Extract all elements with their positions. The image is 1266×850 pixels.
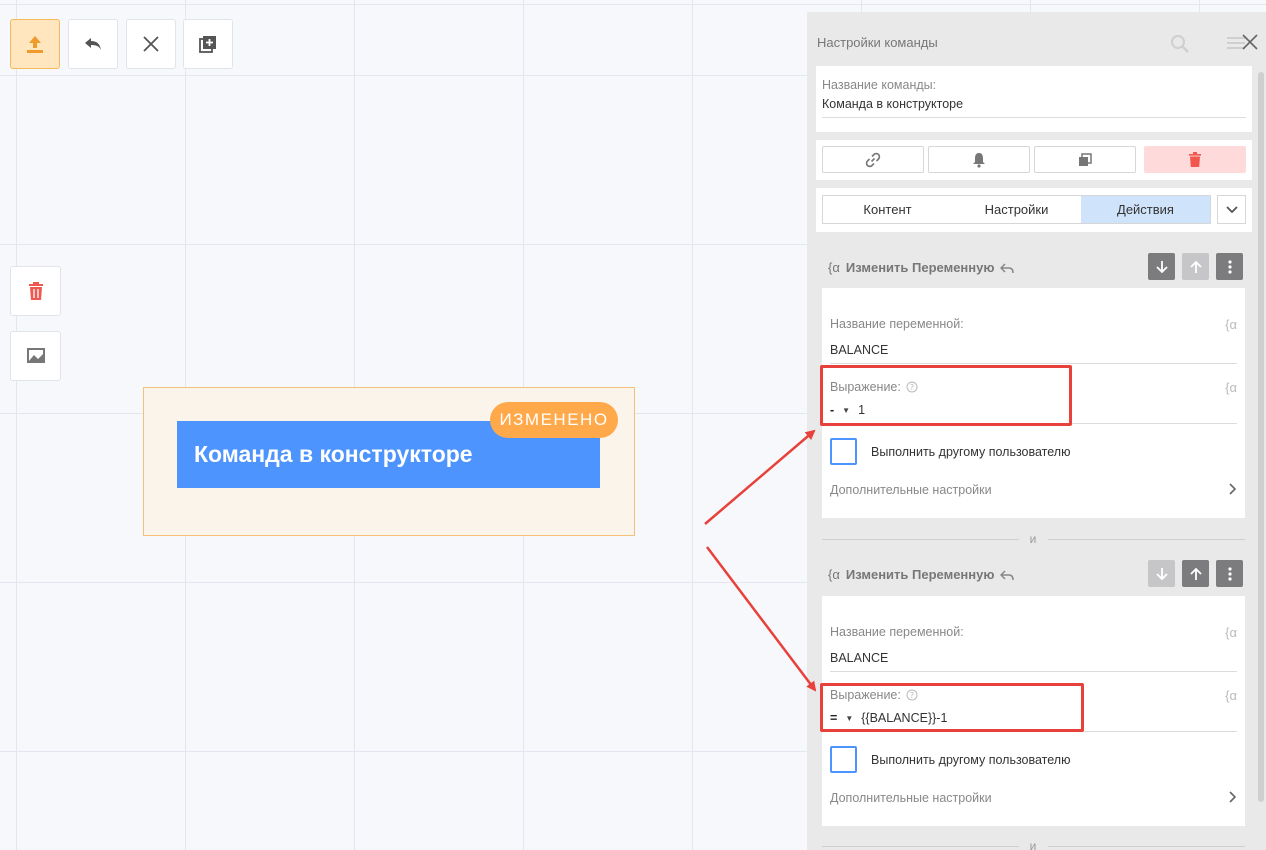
run-as-other-user-checkbox[interactable] xyxy=(830,746,857,773)
command-name-label: Название команды: xyxy=(822,78,937,92)
move-up-button[interactable] xyxy=(1182,253,1209,280)
upload-icon xyxy=(27,36,43,53)
tab-actions[interactable]: Действия xyxy=(1081,196,1210,223)
variable-name-input[interactable]: BALANCE xyxy=(830,651,888,665)
action-title: Изменить Переменную xyxy=(845,260,995,275)
close-panel-icon[interactable] xyxy=(1240,32,1260,52)
reply-icon xyxy=(1000,262,1015,273)
joiner-text: и xyxy=(1029,532,1037,546)
additional-settings-link[interactable]: Дополнительные настройки xyxy=(830,791,992,805)
actions-joiner-1: и xyxy=(822,532,1245,546)
tabs-expand-button[interactable] xyxy=(1217,195,1246,224)
more-vertical-icon xyxy=(1227,566,1232,581)
arrow-down-icon xyxy=(1155,260,1168,273)
highlight-box-1 xyxy=(820,365,1072,426)
duplicate-button[interactable] xyxy=(183,19,233,69)
screen-settings-button[interactable] xyxy=(10,331,61,381)
close-icon xyxy=(143,36,159,52)
action-header-1: {α Изменить Переменную xyxy=(828,260,1015,275)
search-icon[interactable] xyxy=(1170,34,1190,54)
publish-button[interactable] xyxy=(10,19,60,69)
divider-line xyxy=(822,539,1019,540)
variable-icon: {α xyxy=(828,260,840,275)
command-name-input[interactable]: Команда в конструкторе xyxy=(822,97,963,111)
delete-command-button[interactable] xyxy=(1144,146,1246,173)
variable-name-underline xyxy=(830,671,1237,672)
run-as-other-user-checkbox[interactable] xyxy=(830,438,857,465)
copy-icon xyxy=(1079,152,1092,166)
arrow-up-icon xyxy=(1189,567,1202,580)
undo-button[interactable] xyxy=(68,19,118,69)
highlight-box-2 xyxy=(820,683,1084,732)
divider-line xyxy=(1048,539,1245,540)
variable-name-label: Название переменной: xyxy=(830,317,964,331)
arrow-up-icon xyxy=(1189,260,1202,273)
reply-icon xyxy=(1000,569,1015,580)
chevron-right-icon[interactable] xyxy=(1229,483,1237,495)
more-vertical-icon xyxy=(1227,259,1232,274)
undo-icon xyxy=(85,38,101,50)
divider-line xyxy=(822,846,1019,847)
action-title: Изменить Переменную xyxy=(845,567,995,582)
actions-joiner-2: и xyxy=(822,839,1245,850)
chevron-right-icon[interactable] xyxy=(1229,791,1237,803)
add-copy-icon xyxy=(199,36,216,53)
action-header-2: {α Изменить Переменную xyxy=(828,567,1015,582)
arrow-down-icon xyxy=(1155,567,1168,580)
command-name-card: Название команды: Команда в конструкторе xyxy=(816,66,1252,132)
link-button[interactable] xyxy=(822,146,924,173)
screen-icon xyxy=(26,348,45,363)
delete-node-button[interactable] xyxy=(10,266,61,316)
move-down-button[interactable] xyxy=(1148,560,1175,587)
close-button[interactable] xyxy=(126,19,176,69)
variable-icon: {α xyxy=(828,567,840,582)
trash-icon xyxy=(28,282,43,300)
tab-content[interactable]: Контент xyxy=(823,196,952,223)
more-options-button[interactable] xyxy=(1216,253,1243,280)
variable-picker-icon[interactable]: {α xyxy=(1225,317,1237,332)
panel-title: Настройки команды xyxy=(817,35,938,50)
link-icon xyxy=(865,152,881,167)
copy-button[interactable] xyxy=(1034,146,1136,173)
variable-picker-icon[interactable]: {α xyxy=(1225,625,1237,640)
modified-badge: ИЗМЕНЕНО xyxy=(490,402,618,438)
tab-settings[interactable]: Настройки xyxy=(952,196,1081,223)
move-down-button[interactable] xyxy=(1148,253,1175,280)
trash-icon xyxy=(1189,152,1201,167)
expression-picker-icon[interactable]: {α xyxy=(1225,688,1237,703)
command-actions-row xyxy=(816,140,1252,180)
expression-picker-icon[interactable]: {α xyxy=(1225,380,1237,395)
chevron-down-icon xyxy=(1225,205,1238,213)
canvas-top-border xyxy=(0,4,1266,5)
move-up-button[interactable] xyxy=(1182,560,1209,587)
command-name-underline xyxy=(822,117,1246,118)
tabs-card: Контент Настройки Действия xyxy=(816,188,1252,232)
variable-name-input[interactable]: BALANCE xyxy=(830,343,888,357)
variable-name-underline xyxy=(830,363,1237,364)
variable-name-label: Название переменной: xyxy=(830,625,964,639)
notification-button[interactable] xyxy=(928,146,1030,173)
divider-line xyxy=(1048,846,1245,847)
tabs: Контент Настройки Действия xyxy=(822,195,1211,224)
more-options-button[interactable] xyxy=(1216,560,1243,587)
run-as-other-user-label: Выполнить другому пользователю xyxy=(871,753,1071,767)
panel-scrollbar[interactable] xyxy=(1258,72,1264,802)
run-as-other-user-label: Выполнить другому пользователю xyxy=(871,445,1071,459)
joiner-text: и xyxy=(1029,839,1037,850)
bell-icon xyxy=(973,152,985,168)
additional-settings-link[interactable]: Дополнительные настройки xyxy=(830,483,992,497)
